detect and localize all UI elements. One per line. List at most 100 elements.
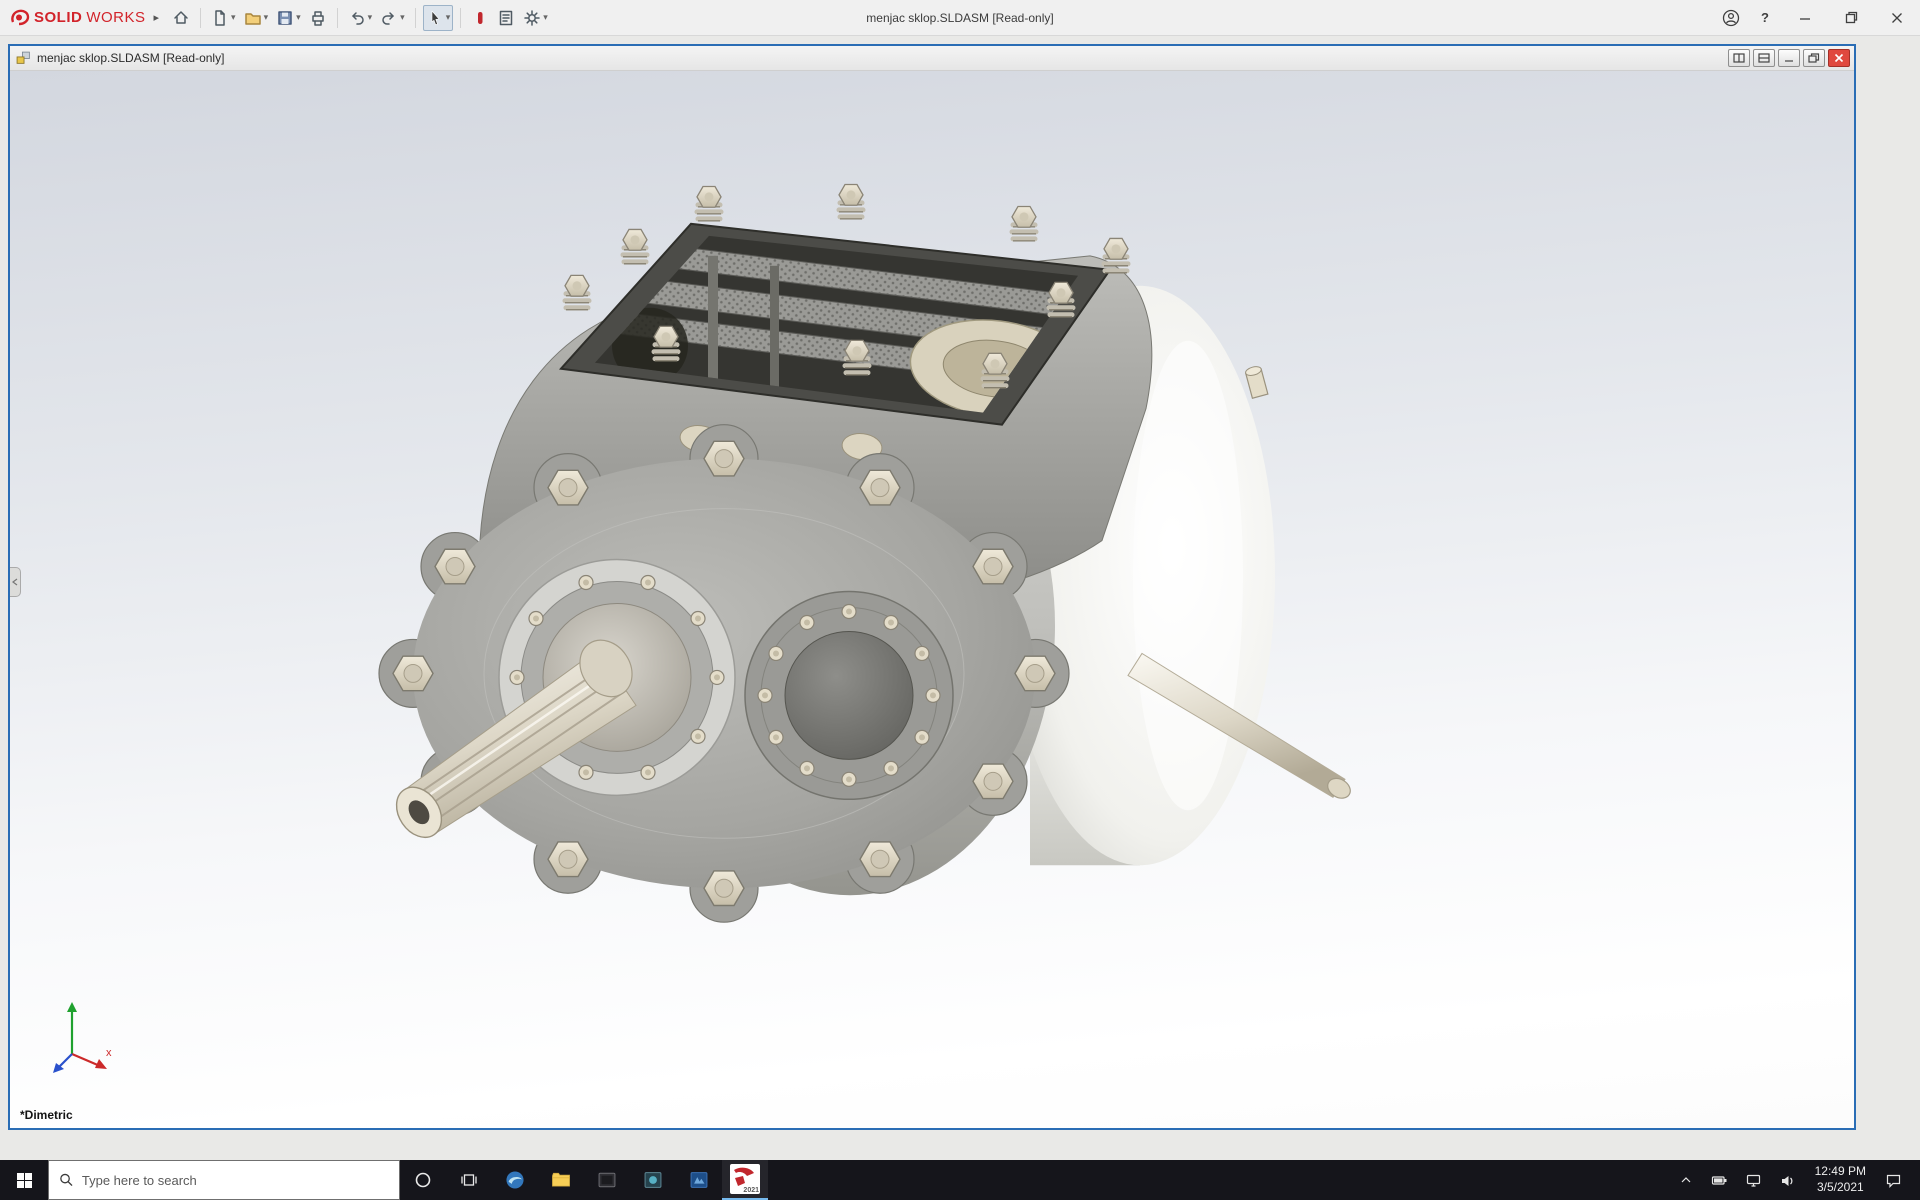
menu-flyout-arrow[interactable]: ▸ bbox=[154, 11, 160, 24]
print-button[interactable] bbox=[306, 5, 330, 31]
taskbar-clock[interactable]: 12:49 PM 3/5/2021 bbox=[1807, 1164, 1874, 1195]
record-button[interactable] bbox=[468, 5, 492, 31]
app-button-blue[interactable] bbox=[676, 1160, 722, 1200]
edge-browser-button[interactable] bbox=[492, 1160, 538, 1200]
close-icon bbox=[1834, 53, 1844, 63]
blue-app-icon bbox=[690, 1172, 708, 1188]
app-button-teal[interactable] bbox=[630, 1160, 676, 1200]
open-folder-icon bbox=[244, 12, 261, 25]
action-center-button[interactable] bbox=[1878, 1160, 1908, 1200]
doc-tile-horizontal-button[interactable] bbox=[1753, 49, 1775, 67]
undo-icon bbox=[351, 11, 364, 25]
volume-tray-button[interactable] bbox=[1773, 1160, 1803, 1200]
dropdown-caret[interactable]: ▾ bbox=[543, 12, 548, 23]
redo-button[interactable]: ▾ bbox=[377, 5, 408, 31]
open-button[interactable]: ▾ bbox=[241, 5, 272, 31]
toolbar-separator bbox=[460, 7, 462, 28]
speaker-icon bbox=[1782, 1175, 1793, 1186]
home-button[interactable] bbox=[169, 5, 193, 31]
quick-access-toolbar: ▾ ▾ ▾ ▾ ▾ ▾ ▾ bbox=[169, 4, 551, 31]
close-app-button[interactable] bbox=[1874, 0, 1920, 35]
gearbox-assembly-model[interactable] bbox=[10, 71, 1854, 1128]
account-button[interactable] bbox=[1714, 0, 1748, 35]
chevron-left-icon bbox=[12, 578, 18, 586]
print-icon bbox=[311, 10, 324, 26]
side-cover[interactable] bbox=[744, 590, 954, 801]
solidworks-logo: SOLID WORKS bbox=[10, 9, 146, 27]
doc-tile-vertical-button[interactable] bbox=[1728, 49, 1750, 67]
app-window-title: menjac sklop.SLDASM [Read-only] bbox=[866, 10, 1054, 25]
home-icon bbox=[174, 10, 188, 24]
app-button-console[interactable] bbox=[584, 1160, 630, 1200]
file-explorer-button[interactable] bbox=[538, 1160, 584, 1200]
restore-button[interactable] bbox=[1828, 0, 1874, 35]
tile-horizontal-icon bbox=[1758, 53, 1770, 63]
dassault-3ds-logo-icon bbox=[11, 9, 30, 25]
help-button[interactable]: ? bbox=[1748, 0, 1782, 35]
clock-time: 12:49 PM bbox=[1814, 1164, 1866, 1179]
document-title: menjac sklop.SLDASM [Read-only] bbox=[37, 51, 225, 65]
workspace: menjac sklop.SLDASM [Read-only] x *Dimet… bbox=[0, 36, 1920, 1160]
search-icon bbox=[60, 1173, 73, 1187]
assembly-document-icon bbox=[16, 51, 30, 64]
edge-icon bbox=[506, 1171, 524, 1189]
restore-icon bbox=[1808, 53, 1820, 63]
save-icon bbox=[278, 10, 292, 25]
start-button[interactable] bbox=[0, 1160, 48, 1200]
triad-x-label: x bbox=[106, 1047, 112, 1059]
toolbar-separator bbox=[336, 7, 338, 28]
toolbar-separator bbox=[414, 7, 416, 28]
viewport-3d[interactable]: x *Dimetric bbox=[10, 71, 1854, 1128]
stud-bolt[interactable] bbox=[1244, 365, 1269, 399]
document-window-controls bbox=[1728, 49, 1850, 67]
doc-restore-button[interactable] bbox=[1803, 49, 1825, 67]
select-cursor-icon bbox=[431, 10, 440, 25]
doc-close-button[interactable] bbox=[1828, 49, 1850, 67]
solidworks-taskbar-button[interactable]: 2021 bbox=[722, 1160, 768, 1200]
gear-icon bbox=[524, 9, 540, 26]
clock-date: 3/5/2021 bbox=[1816, 1180, 1864, 1194]
undo-button[interactable]: ▾ bbox=[345, 5, 376, 31]
search-input[interactable] bbox=[81, 1172, 389, 1188]
dropdown-caret[interactable]: ▾ bbox=[368, 12, 373, 23]
system-tray: 12:49 PM 3/5/2021 bbox=[1671, 1160, 1920, 1200]
select-tool-button[interactable]: ▾ bbox=[422, 4, 454, 31]
dropdown-caret[interactable]: ▾ bbox=[400, 12, 405, 23]
options-button[interactable]: ▾ bbox=[520, 5, 551, 31]
tray-chevron-button[interactable] bbox=[1671, 1160, 1701, 1200]
properties-report-button[interactable] bbox=[494, 5, 518, 31]
doc-minimize-button[interactable] bbox=[1778, 49, 1800, 67]
new-document-button[interactable]: ▾ bbox=[208, 5, 239, 31]
logo-text-solid: SOLID bbox=[34, 8, 83, 26]
battery-tray-button[interactable] bbox=[1705, 1160, 1735, 1200]
task-view-button[interactable] bbox=[446, 1160, 492, 1200]
record-icon bbox=[478, 11, 483, 24]
action-center-icon bbox=[1886, 1174, 1900, 1188]
chevron-up-icon bbox=[1681, 1177, 1691, 1183]
save-button[interactable]: ▾ bbox=[273, 5, 304, 31]
dropdown-caret[interactable]: ▾ bbox=[231, 12, 236, 23]
report-icon bbox=[499, 10, 513, 25]
dropdown-caret[interactable]: ▾ bbox=[264, 12, 269, 23]
battery-icon bbox=[1712, 1175, 1727, 1185]
teal-app-icon bbox=[644, 1172, 662, 1188]
panel-collapse-tab[interactable] bbox=[10, 567, 21, 597]
minimize-icon bbox=[1785, 60, 1793, 62]
toolbar-separator bbox=[200, 7, 202, 28]
network-tray-button[interactable] bbox=[1739, 1160, 1769, 1200]
cortana-button[interactable] bbox=[400, 1160, 446, 1200]
minimize-button[interactable] bbox=[1782, 0, 1828, 35]
cortana-icon bbox=[415, 1172, 431, 1188]
document-window: menjac sklop.SLDASM [Read-only] x *Dimet… bbox=[8, 44, 1856, 1130]
taskbar-search[interactable] bbox=[48, 1160, 400, 1200]
folder-icon bbox=[552, 1172, 570, 1187]
solidworks-app-icon: 2021 bbox=[730, 1164, 760, 1194]
help-icon: ? bbox=[1761, 10, 1769, 25]
new-document-icon bbox=[215, 9, 225, 26]
dropdown-caret[interactable]: ▾ bbox=[446, 12, 451, 23]
orientation-triad: x bbox=[53, 1002, 112, 1073]
document-titlebar[interactable]: menjac sklop.SLDASM [Read-only] bbox=[10, 46, 1854, 71]
close-icon bbox=[1892, 12, 1902, 23]
dropdown-caret[interactable]: ▾ bbox=[296, 12, 301, 23]
tile-vertical-icon bbox=[1733, 53, 1745, 63]
